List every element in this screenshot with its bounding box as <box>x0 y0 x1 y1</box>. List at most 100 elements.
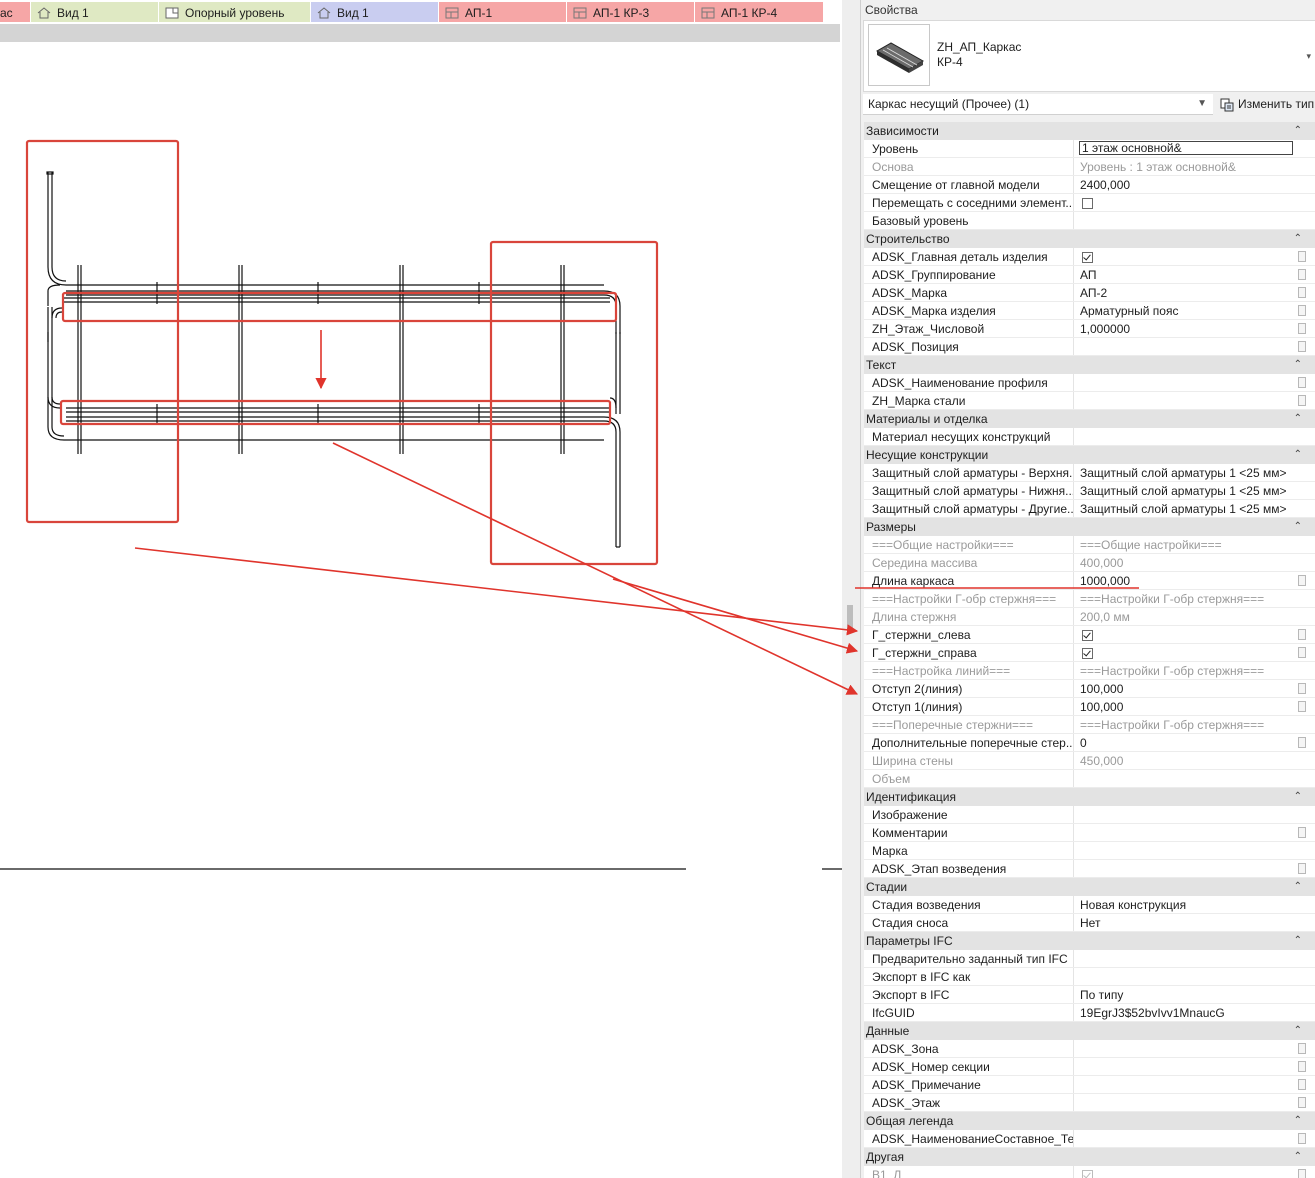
property-row[interactable]: ADSK_Марка изделия Арматурный пояс <box>864 302 1315 320</box>
property-row[interactable]: Отступ 2(линия) 100,000 <box>864 680 1315 698</box>
property-row[interactable]: Материал несущих конструкций <box>864 428 1315 446</box>
property-checkbox-cell[interactable] <box>1080 644 1295 661</box>
collapse-icon[interactable]: ⌃ <box>1294 932 1302 950</box>
property-row[interactable]: Стадия сноса Нет <box>864 914 1315 932</box>
associate-parameter-icon[interactable] <box>1298 701 1306 712</box>
property-value[interactable] <box>1080 824 1295 841</box>
property-checkbox-cell[interactable] <box>1080 626 1295 643</box>
property-row[interactable]: Смещение от главной модели 2400,000 <box>864 176 1315 194</box>
property-row[interactable]: ADSK_Примечание <box>864 1076 1315 1094</box>
property-row[interactable]: ADSK_Марка АП-2 <box>864 284 1315 302</box>
view-tab-3[interactable]: Опорный уровень <box>159 2 310 22</box>
associate-parameter-icon[interactable] <box>1298 1079 1306 1090</box>
associate-parameter-icon[interactable] <box>1298 737 1306 748</box>
property-group-header[interactable]: Общая легенда ⌃ <box>864 1112 1315 1130</box>
associate-parameter-icon[interactable] <box>1298 287 1306 298</box>
property-row[interactable]: Экспорт в IFC По типу <box>864 986 1315 1004</box>
property-value[interactable]: Защитный слой арматуры 1 <25 мм> <box>1080 500 1295 517</box>
property-row[interactable]: ADSK_Этап возведения <box>864 860 1315 878</box>
associate-parameter-icon[interactable] <box>1298 827 1306 838</box>
property-row[interactable]: ZH_Марка стали <box>864 392 1315 410</box>
collapse-icon[interactable]: ⌃ <box>1294 122 1302 140</box>
view-tab-4[interactable]: Вид 1 <box>311 2 438 22</box>
property-row[interactable]: Отступ 1(линия) 100,000 <box>864 698 1315 716</box>
property-value[interactable] <box>1080 860 1295 877</box>
property-value[interactable]: 100,000 <box>1080 680 1295 697</box>
splitter-grip[interactable] <box>847 605 853 633</box>
property-row[interactable]: Стадия возведения Новая конструкция <box>864 896 1315 914</box>
property-value[interactable] <box>1080 950 1295 967</box>
property-group-header[interactable]: Строительство ⌃ <box>864 230 1315 248</box>
property-value[interactable]: 1000,000 <box>1080 572 1295 589</box>
property-row[interactable]: ADSK_Группирование АП <box>864 266 1315 284</box>
associate-parameter-icon[interactable] <box>1298 575 1306 586</box>
property-value[interactable]: 2400,000 <box>1080 176 1295 193</box>
property-group-header[interactable]: Параметры IFC ⌃ <box>864 932 1315 950</box>
property-value[interactable]: 1 этаж основной& <box>1079 141 1293 155</box>
property-checkbox-cell[interactable] <box>1080 248 1295 265</box>
associate-parameter-icon[interactable] <box>1298 1169 1306 1178</box>
associate-parameter-icon[interactable] <box>1298 1097 1306 1108</box>
property-checkbox[interactable] <box>1082 630 1093 641</box>
collapse-icon[interactable]: ⌃ <box>1294 356 1302 374</box>
property-checkbox[interactable] <box>1082 198 1093 209</box>
associate-parameter-icon[interactable] <box>1298 305 1306 316</box>
property-row[interactable]: ADSK_Главная деталь изделия <box>864 248 1315 266</box>
property-row[interactable]: ADSK_Номер секции <box>864 1058 1315 1076</box>
property-row[interactable]: Марка <box>864 842 1315 860</box>
property-row[interactable]: Изображение <box>864 806 1315 824</box>
property-value[interactable]: Защитный слой арматуры 1 <25 мм> <box>1080 482 1295 499</box>
associate-parameter-icon[interactable] <box>1298 395 1306 406</box>
collapse-icon[interactable]: ⌃ <box>1294 230 1302 248</box>
property-row[interactable]: Г_стержни_слева <box>864 626 1315 644</box>
property-row[interactable]: Дополнительные поперечные стер... 0 <box>864 734 1315 752</box>
associate-parameter-icon[interactable] <box>1298 683 1306 694</box>
property-value[interactable] <box>1080 806 1295 823</box>
property-row[interactable]: Предварительно заданный тип IFC <box>864 950 1315 968</box>
property-group-header[interactable]: Другая ⌃ <box>864 1148 1315 1166</box>
property-row[interactable]: ADSK_Позиция <box>864 338 1315 356</box>
property-value[interactable]: Арматурный пояс <box>1080 302 1295 319</box>
view-tab-5[interactable]: АП-1 <box>439 2 566 22</box>
property-value[interactable] <box>1080 1058 1295 1075</box>
property-row[interactable]: ADSK_Зона <box>864 1040 1315 1058</box>
view-tab-6[interactable]: АП-1 КР-3 <box>567 2 694 22</box>
property-row[interactable]: Экспорт в IFC как <box>864 968 1315 986</box>
collapse-icon[interactable]: ⌃ <box>1294 1112 1302 1130</box>
property-checkbox[interactable] <box>1082 648 1093 659</box>
property-value[interactable]: По типу <box>1080 986 1295 1003</box>
property-group-header[interactable]: Стадии ⌃ <box>864 878 1315 896</box>
panel-splitter[interactable] <box>842 0 860 1178</box>
property-checkbox-cell[interactable] <box>1080 194 1295 211</box>
property-value[interactable] <box>1080 1094 1295 1111</box>
property-value[interactable] <box>1080 428 1295 445</box>
property-value[interactable]: 1,000000 <box>1080 320 1295 337</box>
property-row[interactable]: Базовый уровень <box>864 212 1315 230</box>
property-value[interactable] <box>1080 374 1295 391</box>
collapse-icon[interactable]: ⌃ <box>1294 518 1302 536</box>
property-group-header[interactable]: Данные ⌃ <box>864 1022 1315 1040</box>
view-tab-2[interactable]: Вид 1 <box>31 2 158 22</box>
associate-parameter-icon[interactable] <box>1298 647 1306 658</box>
collapse-icon[interactable]: ⌃ <box>1294 1148 1302 1166</box>
property-value[interactable]: АП-2 <box>1080 284 1295 301</box>
property-row[interactable]: Длина каркаса 1000,000 <box>864 572 1315 590</box>
property-group-header[interactable]: Идентификация ⌃ <box>864 788 1315 806</box>
associate-parameter-icon[interactable] <box>1298 323 1306 334</box>
property-row[interactable]: Защитный слой арматуры - Другие... Защитн… <box>864 500 1315 518</box>
associate-parameter-icon[interactable] <box>1298 251 1306 262</box>
collapse-icon[interactable]: ⌃ <box>1294 446 1302 464</box>
collapse-icon[interactable]: ⌃ <box>1294 878 1302 896</box>
associate-parameter-icon[interactable] <box>1298 377 1306 388</box>
collapse-icon[interactable]: ⌃ <box>1294 788 1302 806</box>
property-value[interactable]: Нет <box>1080 914 1295 931</box>
associate-parameter-icon[interactable] <box>1298 629 1306 640</box>
property-row[interactable]: IfcGUID 19EgrJ3$52bvIvv1MnaucG <box>864 1004 1315 1022</box>
property-value[interactable] <box>1080 212 1295 229</box>
property-value[interactable] <box>1080 338 1295 355</box>
property-row[interactable]: Г_стержни_справа <box>864 644 1315 662</box>
property-row[interactable]: ADSK_Этаж <box>864 1094 1315 1112</box>
property-row[interactable]: Комментарии <box>864 824 1315 842</box>
property-row[interactable]: ADSK_Наименование профиля <box>864 374 1315 392</box>
type-selector[interactable]: ZH_АП_Каркас КР-4 ▾ <box>863 20 1315 92</box>
